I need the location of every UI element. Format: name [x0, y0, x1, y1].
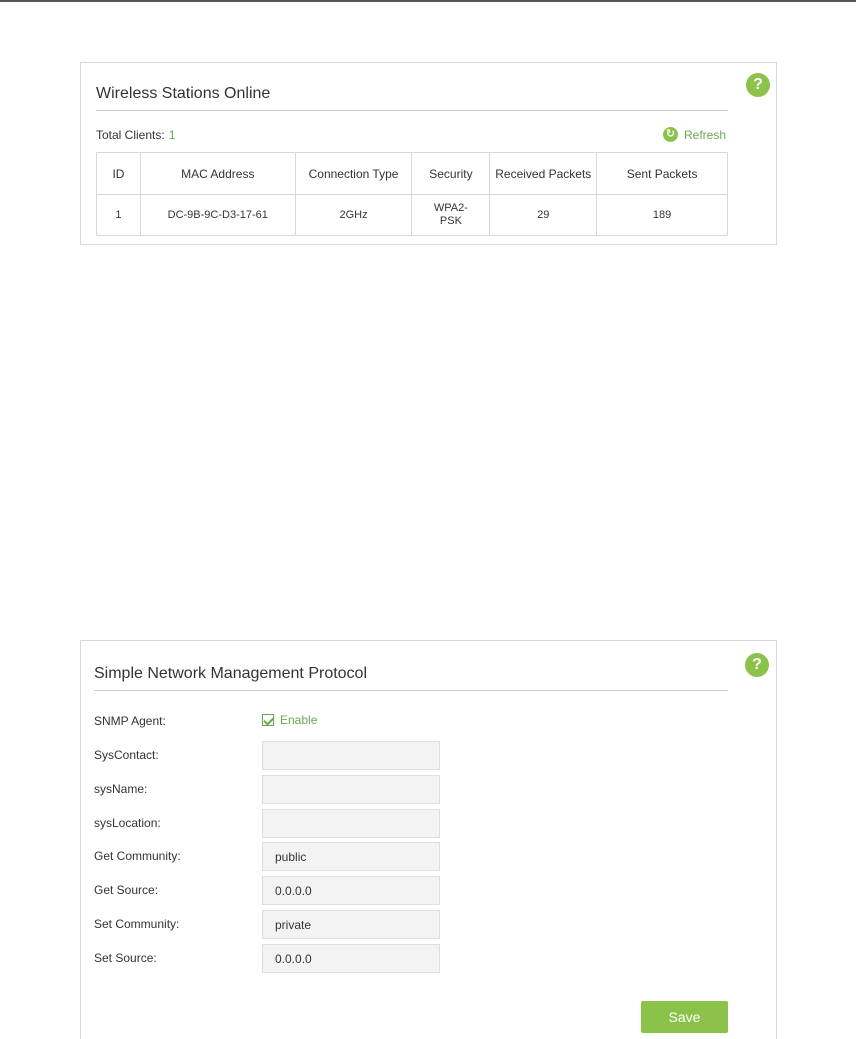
column-header-received: Received Packets — [489, 152, 598, 195]
total-clients-label: Total Clients: — [96, 128, 165, 142]
column-header-sent: Sent Packets — [596, 152, 728, 195]
cell-id: 1 — [96, 194, 141, 236]
wireless-stations-panel: ? Wireless Stations Online Total Clients… — [80, 62, 777, 245]
title-divider — [96, 110, 728, 111]
cell-connection: 2GHz — [294, 194, 413, 236]
snmp-panel: ? Simple Network Management Protocol SNM… — [80, 640, 777, 1039]
get-community-input[interactable] — [262, 842, 440, 871]
total-clients-count: 1 — [168, 128, 176, 142]
set-community-label: Set Community: — [94, 917, 180, 931]
table-row: 1 DC-9B-9C-D3-17-61 2GHz WPA2- PSK 29 189 — [96, 194, 728, 236]
syslocation-input[interactable] — [262, 809, 440, 838]
wireless-stations-title: Wireless Stations Online — [96, 85, 271, 102]
table-header-row: ID MAC Address Connection Type Security … — [96, 152, 728, 195]
snmp-title: Simple Network Management Protocol — [94, 665, 368, 682]
syslocation-label: sysLocation: — [94, 816, 161, 830]
sysname-input[interactable] — [262, 775, 440, 804]
column-header-connection: Connection Type — [294, 152, 413, 195]
cell-security: WPA2- PSK — [411, 194, 491, 236]
set-source-input[interactable] — [262, 944, 440, 973]
cell-mac: DC-9B-9C-D3-17-61 — [139, 194, 296, 236]
syscontact-input[interactable] — [262, 741, 440, 770]
cell-received: 29 — [489, 194, 598, 236]
save-button[interactable]: Save — [641, 1001, 728, 1033]
snmp-enable-checkbox[interactable]: Enable — [262, 713, 317, 727]
snmp-enable-label: Enable — [280, 713, 318, 727]
syscontact-label: SysContact: — [94, 748, 159, 762]
sysname-label: sysName: — [94, 782, 148, 796]
cell-sent: 189 — [596, 194, 728, 236]
title-divider — [94, 690, 728, 691]
help-icon[interactable]: ? — [746, 73, 770, 97]
refresh-icon: ↻ — [663, 127, 678, 142]
column-header-mac: MAC Address — [139, 152, 296, 195]
security-line-1: WPA2- — [433, 202, 468, 214]
column-header-security: Security — [411, 152, 491, 195]
checkbox-checked-icon — [262, 714, 274, 726]
set-source-label: Set Source: — [94, 951, 157, 965]
set-community-input[interactable] — [262, 910, 440, 939]
top-rule — [0, 0, 856, 2]
refresh-label: Refresh — [684, 127, 727, 142]
get-source-input[interactable] — [262, 876, 440, 905]
column-header-id: ID — [96, 152, 141, 195]
snmp-agent-label: SNMP Agent: — [94, 714, 166, 728]
refresh-button[interactable]: ↻ Refresh — [663, 127, 726, 142]
get-community-label: Get Community: — [94, 849, 181, 863]
get-source-label: Get Source: — [94, 883, 159, 897]
clients-table: ID MAC Address Connection Type Security … — [96, 152, 728, 236]
security-line-2: PSK — [439, 215, 462, 227]
total-clients: Total Clients: 1 — [96, 128, 175, 142]
help-icon[interactable]: ? — [745, 653, 769, 677]
